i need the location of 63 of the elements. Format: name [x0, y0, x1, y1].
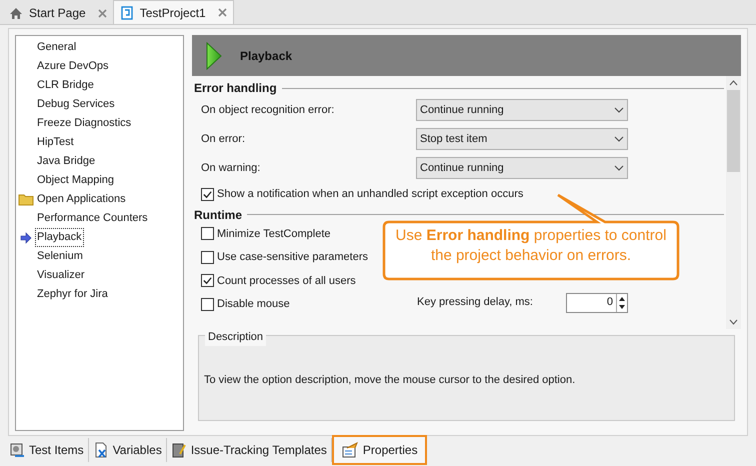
play-icon	[206, 42, 222, 70]
checkbox-label: Use case-sensitive parameters	[217, 250, 368, 265]
checkbox[interactable]	[201, 227, 214, 240]
settings-list-item[interactable]: Zephyr for Jira	[35, 285, 110, 304]
checkbox-label: Count processes of all users	[217, 274, 356, 288]
settings-list-item[interactable]: Object Mapping	[35, 171, 116, 190]
settings-list-item[interactable]: Java Bridge	[35, 152, 98, 171]
test-items-icon	[9, 442, 25, 458]
bottom-tab[interactable]: Issue-Tracking Templates	[166, 438, 332, 462]
folder-icon	[18, 193, 34, 206]
settings-list-item[interactable]: Freeze Diagnostics	[35, 114, 134, 133]
document-icon	[120, 5, 134, 20]
checkbox[interactable]	[201, 188, 214, 201]
settings-list-item[interactable]: Azure DevOps	[35, 57, 111, 76]
scroll-down-icon[interactable]	[729, 319, 738, 325]
field-label: On error:	[201, 132, 246, 147]
settings-list-item[interactable]: Performance Counters	[35, 209, 150, 228]
bottom-tab[interactable]: Variables	[88, 438, 167, 462]
field-label: On warning:	[201, 160, 262, 176]
scroll-up-icon[interactable]	[729, 80, 738, 86]
dropdown[interactable]: Continue running	[416, 99, 628, 121]
variable-icon	[92, 442, 109, 458]
header-title: Playback	[240, 48, 292, 64]
checkbox-label: Show a notification when an unhandled script exception occurs	[217, 187, 524, 202]
spin-arrows-icon[interactable]	[616, 294, 627, 312]
bottom-tab[interactable]: Test Items	[5, 438, 89, 462]
settings-list-item[interactable]: Visualizer	[35, 266, 86, 285]
document-tab[interactable]: TestProject1	[112, 0, 234, 24]
callout-text: Use Error handling properties to control the project behavior on errors.	[394, 226, 668, 266]
settings-list-item[interactable]: Selenium	[35, 247, 85, 266]
description-text: To view the option description, move the mouse cursor to the desired option.	[204, 373, 576, 388]
chevron-icon	[614, 107, 624, 113]
checkbox[interactable]	[201, 250, 214, 264]
tab-label: Start Page	[29, 5, 86, 22]
settings-list-item[interactable]: Playback	[35, 228, 84, 247]
scrollbar[interactable]	[726, 76, 741, 329]
settings-list-item[interactable]: Debug Services	[35, 95, 117, 114]
checkbox[interactable]	[201, 274, 214, 288]
template-icon	[170, 442, 187, 458]
checkbox-label: Minimize TestComplete	[217, 226, 331, 242]
field-label: On object recognition error:	[201, 102, 336, 118]
section-title: Error handling	[194, 80, 277, 97]
settings-list-item[interactable]: HipTest	[35, 133, 76, 152]
section-title: Runtime	[194, 206, 242, 224]
tab-label: TestProject1	[140, 4, 206, 22]
chevron-icon	[614, 136, 624, 142]
number-field[interactable]: 0	[566, 292, 628, 312]
group-title: Description	[205, 329, 266, 346]
checkbox-label: Disable mouse	[217, 297, 290, 312]
settings-list-item[interactable]: CLR Bridge	[35, 76, 96, 95]
properties-icon	[340, 442, 359, 458]
settings-list-item[interactable]: Open Applications	[35, 190, 128, 209]
checkbox[interactable]	[201, 298, 214, 311]
settings-list-item[interactable]: General	[35, 38, 78, 57]
bottom-tab[interactable]: Properties	[332, 435, 427, 465]
dropdown[interactable]: Stop test item	[416, 128, 628, 150]
close-icon[interactable]	[98, 8, 107, 18]
chevron-icon	[614, 165, 624, 171]
dropdown[interactable]: Continue running	[416, 157, 628, 179]
field-label: Key pressing delay, ms:	[416, 295, 534, 310]
close-icon[interactable]	[218, 8, 227, 17]
arrow-icon	[20, 232, 32, 244]
house-icon	[9, 6, 23, 20]
